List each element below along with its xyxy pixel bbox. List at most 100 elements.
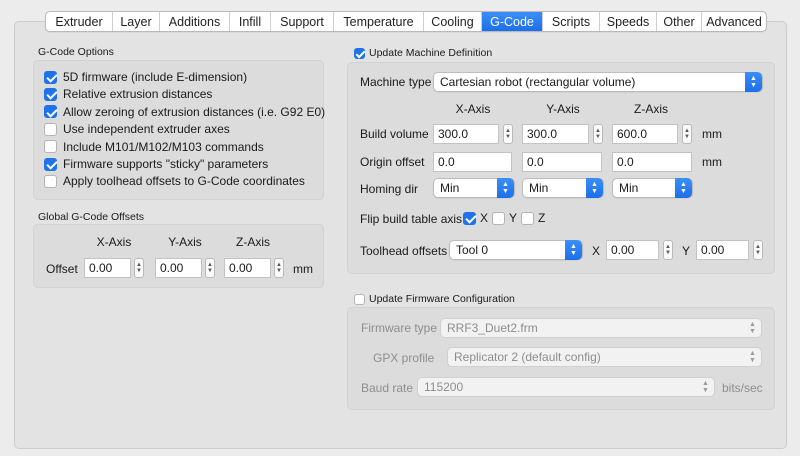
tab-other[interactable]: Other (657, 12, 702, 31)
offset-y-input[interactable]: 0.00 (155, 258, 202, 278)
option-include-m101-checkbox[interactable] (44, 140, 57, 154)
toolhead-x-label: X (592, 244, 601, 258)
offset-unit: mm (293, 262, 313, 276)
chevron-updown-icon: ▲ ▼ (749, 321, 756, 335)
option-independent-axes[interactable]: Use independent extruder axes (44, 122, 230, 136)
option-relative-extrusion[interactable]: Relative extrusion distances (44, 87, 212, 101)
flip-y-toggle[interactable]: Y (492, 211, 517, 225)
chevron-updown-icon: ▲ ▼ (497, 178, 514, 198)
option-relative-extrusion-label: Relative extrusion distances (63, 87, 213, 102)
flip-x-toggle[interactable]: X (463, 211, 488, 225)
toolhead-x-input[interactable]: 0.00 (606, 240, 659, 260)
machine-update-checkbox[interactable] (354, 47, 365, 59)
baud-rate-value: 115200 (424, 380, 464, 394)
build-volume-z-stepper[interactable]: ▲ ▼ (682, 124, 692, 144)
option-apply-toolhead-offsets-label: Apply toolhead offsets to G-Code coordin… (63, 174, 305, 189)
flip-axis-label: Flip build table axis (360, 212, 463, 226)
build-volume-x-input[interactable]: 300.0 (433, 124, 499, 144)
firmware-update-checkbox[interactable] (354, 293, 365, 305)
machine-update-toggle[interactable]: Update Machine Definition (354, 47, 492, 59)
flip-z-toggle[interactable]: Z (521, 211, 545, 225)
firmware-update-toggle[interactable]: Update Firmware Configuration (354, 293, 515, 305)
firmware-type-value: RRF3_Duet2.frm (447, 321, 538, 335)
offset-z-input[interactable]: 0.00 (224, 258, 271, 278)
machine-z-header: Z-Axis (634, 102, 668, 116)
chevron-updown-icon: ▲ ▼ (745, 72, 762, 92)
origin-offset-y-input[interactable]: 0.0 (522, 152, 602, 172)
chevron-updown-icon: ▲ ▼ (586, 178, 603, 198)
option-5d-firmware-label: 5D firmware (include E-dimension) (63, 70, 248, 84)
toolhead-y-input[interactable]: 0.00 (696, 240, 749, 260)
machine-type-label: Machine type (360, 75, 432, 89)
origin-offset-z-input[interactable]: 0.0 (612, 152, 692, 172)
origin-offset-x-input[interactable]: 0.0 (433, 152, 512, 172)
firmware-type-label: Firmware type (361, 321, 438, 335)
tab-scripts[interactable]: Scripts (543, 12, 600, 31)
homing-y-value: Min (529, 181, 549, 195)
tab-speeds[interactable]: Speeds (600, 12, 657, 31)
tab-extruder[interactable]: Extruder (46, 12, 113, 31)
option-5d-firmware[interactable]: 5D firmware (include E-dimension) (44, 70, 247, 84)
option-allow-zeroing[interactable]: Allow zeroing of extrusion distances (i.… (44, 105, 325, 119)
baud-rate-label: Baud rate (361, 381, 414, 395)
homing-x-value: Min (440, 181, 460, 195)
option-sticky-params-checkbox[interactable] (44, 157, 57, 171)
tab-additions[interactable]: Additions (160, 12, 230, 31)
option-independent-axes-checkbox[interactable] (44, 122, 57, 136)
tab-cooling[interactable]: Cooling (424, 12, 482, 31)
option-5d-firmware-checkbox[interactable] (44, 70, 57, 84)
option-apply-toolhead-offsets-checkbox[interactable] (44, 174, 57, 188)
firmware-update-label: Update Firmware Configuration (369, 293, 515, 305)
option-relative-extrusion-checkbox[interactable] (44, 87, 57, 101)
firmware-type-select[interactable]: RRF3_Duet2.frm ▲ ▼ (440, 318, 762, 338)
homing-y-select[interactable]: Min ▲ ▼ (522, 178, 604, 198)
toolhead-y-stepper[interactable]: ▲ ▼ (753, 240, 763, 260)
homing-x-select[interactable]: Min ▲ ▼ (433, 178, 515, 198)
option-sticky-params[interactable]: Firmware supports "sticky" parameters (44, 157, 268, 171)
gpx-profile-select[interactable]: Replicator 2 (default config) ▲ ▼ (447, 347, 762, 367)
machine-type-value: Cartesian robot (rectangular volume) (440, 75, 636, 89)
offset-row-label: Offset (46, 262, 78, 276)
build-volume-x-stepper[interactable]: ▲ ▼ (503, 124, 513, 144)
gpx-profile-value: Replicator 2 (default config) (454, 350, 601, 364)
tab-gcode[interactable]: G-Code (482, 12, 543, 31)
option-allow-zeroing-label: Allow zeroing of extrusion distances (i.… (63, 104, 326, 119)
baud-rate-select[interactable]: 115200 ▲ ▼ (417, 377, 715, 397)
build-volume-y-input[interactable]: 300.0 (522, 124, 589, 144)
offset-y-stepper[interactable]: ▲ ▼ (205, 258, 215, 278)
toolhead-offsets-label: Toolhead offsets (360, 244, 448, 258)
toolhead-y-label: Y (682, 244, 691, 258)
build-volume-unit: mm (702, 127, 722, 141)
toolhead-x-stepper[interactable]: ▲ ▼ (663, 240, 673, 260)
build-volume-label: Build volume (360, 127, 429, 141)
toolhead-select[interactable]: Tool 0 ▲ ▼ (449, 240, 583, 260)
machine-update-label: Update Machine Definition (369, 47, 493, 59)
flip-z-checkbox[interactable] (521, 211, 534, 225)
offset-x-input[interactable]: 0.00 (84, 258, 131, 278)
offset-z-header: Z-Axis (236, 235, 270, 249)
global-offsets-title: Global G-Code Offsets (38, 211, 145, 223)
flip-x-label: X (480, 211, 489, 225)
offset-z-stepper[interactable]: ▲ ▼ (274, 258, 284, 278)
tab-layer[interactable]: Layer (113, 12, 160, 31)
option-allow-zeroing-checkbox[interactable] (44, 105, 57, 119)
option-include-m101[interactable]: Include M101/M102/M103 commands (44, 140, 264, 154)
option-independent-axes-label: Use independent extruder axes (63, 122, 230, 137)
homing-z-select[interactable]: Min ▲ ▼ (612, 178, 693, 198)
offset-x-stepper[interactable]: ▲ ▼ (134, 258, 144, 278)
homing-dir-label: Homing dir (360, 182, 419, 196)
homing-z-value: Min (619, 181, 639, 195)
machine-type-select[interactable]: Cartesian robot (rectangular volume) ▲ ▼ (433, 72, 763, 92)
tab-infill[interactable]: Infill (230, 12, 271, 31)
option-apply-toolhead-offsets[interactable]: Apply toolhead offsets to G-Code coordin… (44, 174, 305, 188)
option-sticky-params-label: Firmware supports "sticky" parameters (63, 157, 269, 171)
flip-y-checkbox[interactable] (492, 211, 505, 225)
tab-support[interactable]: Support (271, 12, 334, 31)
option-include-m101-label: Include M101/M102/M103 commands (63, 139, 264, 154)
chevron-updown-icon: ▲ ▼ (675, 178, 692, 198)
flip-x-checkbox[interactable] (463, 211, 476, 225)
build-volume-z-input[interactable]: 600.0 (612, 124, 678, 144)
tab-temperature[interactable]: Temperature (334, 12, 424, 31)
tab-advanced[interactable]: Advanced (702, 12, 766, 31)
build-volume-y-stepper[interactable]: ▲ ▼ (593, 124, 603, 144)
